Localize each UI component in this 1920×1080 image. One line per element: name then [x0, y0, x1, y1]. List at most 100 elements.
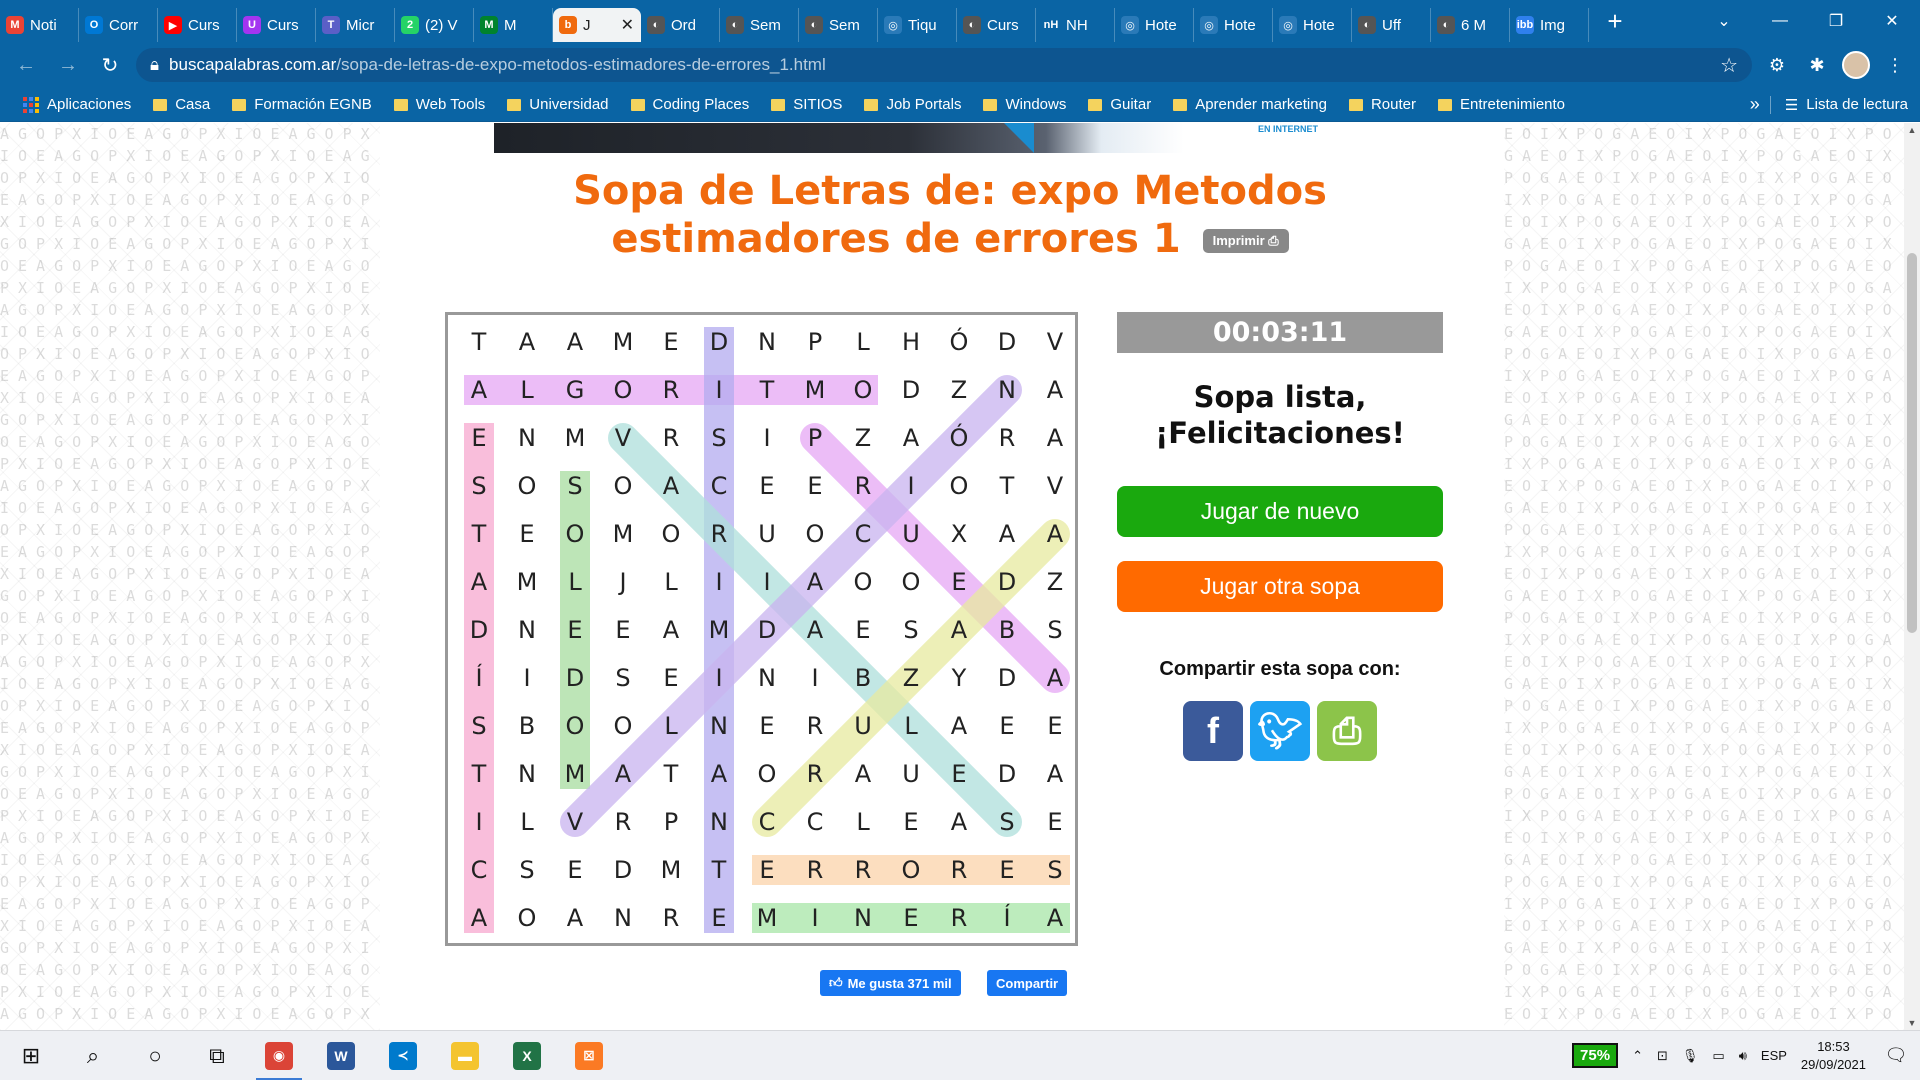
grid-letter[interactable]: A: [455, 366, 503, 414]
grid-letter[interactable]: E: [839, 606, 887, 654]
grid-letter[interactable]: B: [839, 654, 887, 702]
word-search-grid[interactable]: TAAMEDNPLHÓDVALGORITMODZNAENMVRSIPZAÓRAS…: [445, 312, 1078, 946]
taskbar-explorer[interactable]: ▬: [434, 1031, 496, 1080]
grid-letter[interactable]: R: [935, 894, 983, 942]
grid-letter[interactable]: P: [647, 798, 695, 846]
grid-letter[interactable]: S: [455, 702, 503, 750]
minimize-button[interactable]: —: [1752, 0, 1808, 42]
grid-letter[interactable]: T: [983, 462, 1031, 510]
play-again-button[interactable]: Jugar de nuevo: [1117, 486, 1443, 537]
grid-letter[interactable]: A: [647, 606, 695, 654]
facebook-share-icon[interactable]: f: [1183, 701, 1243, 761]
grid-letter[interactable]: I: [887, 462, 935, 510]
grid-letter[interactable]: H: [887, 318, 935, 366]
close-tab-icon[interactable]: ✕: [621, 15, 634, 35]
grid-letter[interactable]: E: [647, 654, 695, 702]
browser-tab[interactable]: b J ✕: [553, 8, 641, 42]
grid-letter[interactable]: E: [935, 750, 983, 798]
grid-letter[interactable]: D: [551, 654, 599, 702]
grid-letter[interactable]: C: [839, 510, 887, 558]
grid-letter[interactable]: O: [551, 702, 599, 750]
address-bar[interactable]: 🔒︎ buscapalabras.com.ar/sopa-de-letras-d…: [136, 48, 1752, 82]
grid-letter[interactable]: D: [983, 318, 1031, 366]
grid-letter[interactable]: D: [743, 606, 791, 654]
grid-letter[interactable]: P: [791, 318, 839, 366]
grid-letter[interactable]: L: [839, 318, 887, 366]
grid-letter[interactable]: D: [983, 750, 1031, 798]
grid-letter[interactable]: D: [455, 606, 503, 654]
grid-letter[interactable]: S: [1031, 606, 1079, 654]
extension-icon[interactable]: ⚙: [1762, 50, 1792, 80]
grid-letter[interactable]: M: [743, 894, 791, 942]
grid-letter[interactable]: N: [503, 750, 551, 798]
grid-letter[interactable]: C: [455, 846, 503, 894]
grid-letter[interactable]: Z: [887, 654, 935, 702]
grid-letter[interactable]: S: [455, 462, 503, 510]
grid-letter[interactable]: N: [743, 654, 791, 702]
tab-search-icon[interactable]: ⌄: [1696, 0, 1752, 42]
new-tab-button[interactable]: +: [1595, 6, 1635, 37]
bookmark-folder[interactable]: Coding Places: [620, 96, 761, 113]
grid-letter[interactable]: N: [599, 894, 647, 942]
grid-letter[interactable]: R: [839, 846, 887, 894]
profile-avatar[interactable]: [1842, 51, 1870, 79]
grid-letter[interactable]: E: [503, 510, 551, 558]
browser-tab[interactable]: T Micr: [316, 8, 395, 42]
grid-letter[interactable]: B: [503, 702, 551, 750]
grid-letter[interactable]: N: [695, 798, 743, 846]
grid-letter[interactable]: U: [887, 510, 935, 558]
grid-letter[interactable]: O: [887, 558, 935, 606]
bookmark-folder[interactable]: Universidad: [496, 96, 619, 113]
language-indicator[interactable]: ESP: [1761, 1048, 1787, 1063]
grid-letter[interactable]: E: [551, 606, 599, 654]
grid-letter[interactable]: L: [887, 702, 935, 750]
grid-letter[interactable]: E: [887, 798, 935, 846]
ad-banner[interactable]: [494, 123, 1184, 153]
grid-letter[interactable]: R: [647, 894, 695, 942]
scroll-down-icon[interactable]: ▼: [1904, 1018, 1920, 1028]
close-window-button[interactable]: ✕: [1864, 0, 1920, 42]
grid-letter[interactable]: I: [695, 654, 743, 702]
grid-letter[interactable]: C: [695, 462, 743, 510]
grid-letter[interactable]: Ó: [935, 318, 983, 366]
grid-letter[interactable]: Z: [839, 414, 887, 462]
grid-letter[interactable]: A: [455, 558, 503, 606]
browser-tab[interactable]: M Noti: [0, 8, 79, 42]
browser-tab[interactable]: ◐ Ord: [641, 8, 720, 42]
taskbar-search[interactable]: ⌕: [62, 1031, 124, 1080]
bookmark-folder[interactable]: Router: [1338, 96, 1427, 113]
grid-letter[interactable]: L: [647, 702, 695, 750]
taskbar-excel[interactable]: X: [496, 1031, 558, 1080]
forward-button[interactable]: →: [52, 49, 84, 81]
grid-letter[interactable]: O: [839, 366, 887, 414]
grid-letter[interactable]: Z: [935, 366, 983, 414]
grid-letter[interactable]: E: [647, 318, 695, 366]
print-small-button[interactable]: Imprimir ⎙: [1202, 229, 1289, 253]
facebook-share-button[interactable]: Compartir: [987, 970, 1068, 996]
grid-letter[interactable]: L: [839, 798, 887, 846]
grid-letter[interactable]: T: [455, 750, 503, 798]
bookmark-folder[interactable]: Web Tools: [383, 96, 497, 113]
grid-letter[interactable]: A: [551, 894, 599, 942]
grid-letter[interactable]: A: [503, 318, 551, 366]
grid-letter[interactable]: D: [887, 366, 935, 414]
grid-letter[interactable]: E: [935, 558, 983, 606]
grid-letter[interactable]: I: [791, 654, 839, 702]
bookmark-folder[interactable]: Job Portals: [853, 96, 972, 113]
grid-letter[interactable]: A: [791, 558, 839, 606]
grid-letter[interactable]: O: [791, 510, 839, 558]
grid-letter[interactable]: N: [839, 894, 887, 942]
grid-letter[interactable]: S: [503, 846, 551, 894]
restore-button[interactable]: ❐: [1808, 0, 1864, 42]
taskbar-vscode[interactable]: ≺: [372, 1031, 434, 1080]
grid-letter[interactable]: R: [839, 462, 887, 510]
bookmarks-overflow-button[interactable]: »: [1740, 94, 1770, 115]
grid-letter[interactable]: Í: [455, 654, 503, 702]
grid-letter[interactable]: A: [647, 462, 695, 510]
grid-letter[interactable]: Ó: [935, 414, 983, 462]
grid-letter[interactable]: E: [551, 846, 599, 894]
scrollbar-thumb[interactable]: [1907, 253, 1917, 633]
grid-letter[interactable]: O: [935, 462, 983, 510]
browser-tab[interactable]: U Curs: [237, 8, 316, 42]
grid-letter[interactable]: V: [1031, 318, 1079, 366]
